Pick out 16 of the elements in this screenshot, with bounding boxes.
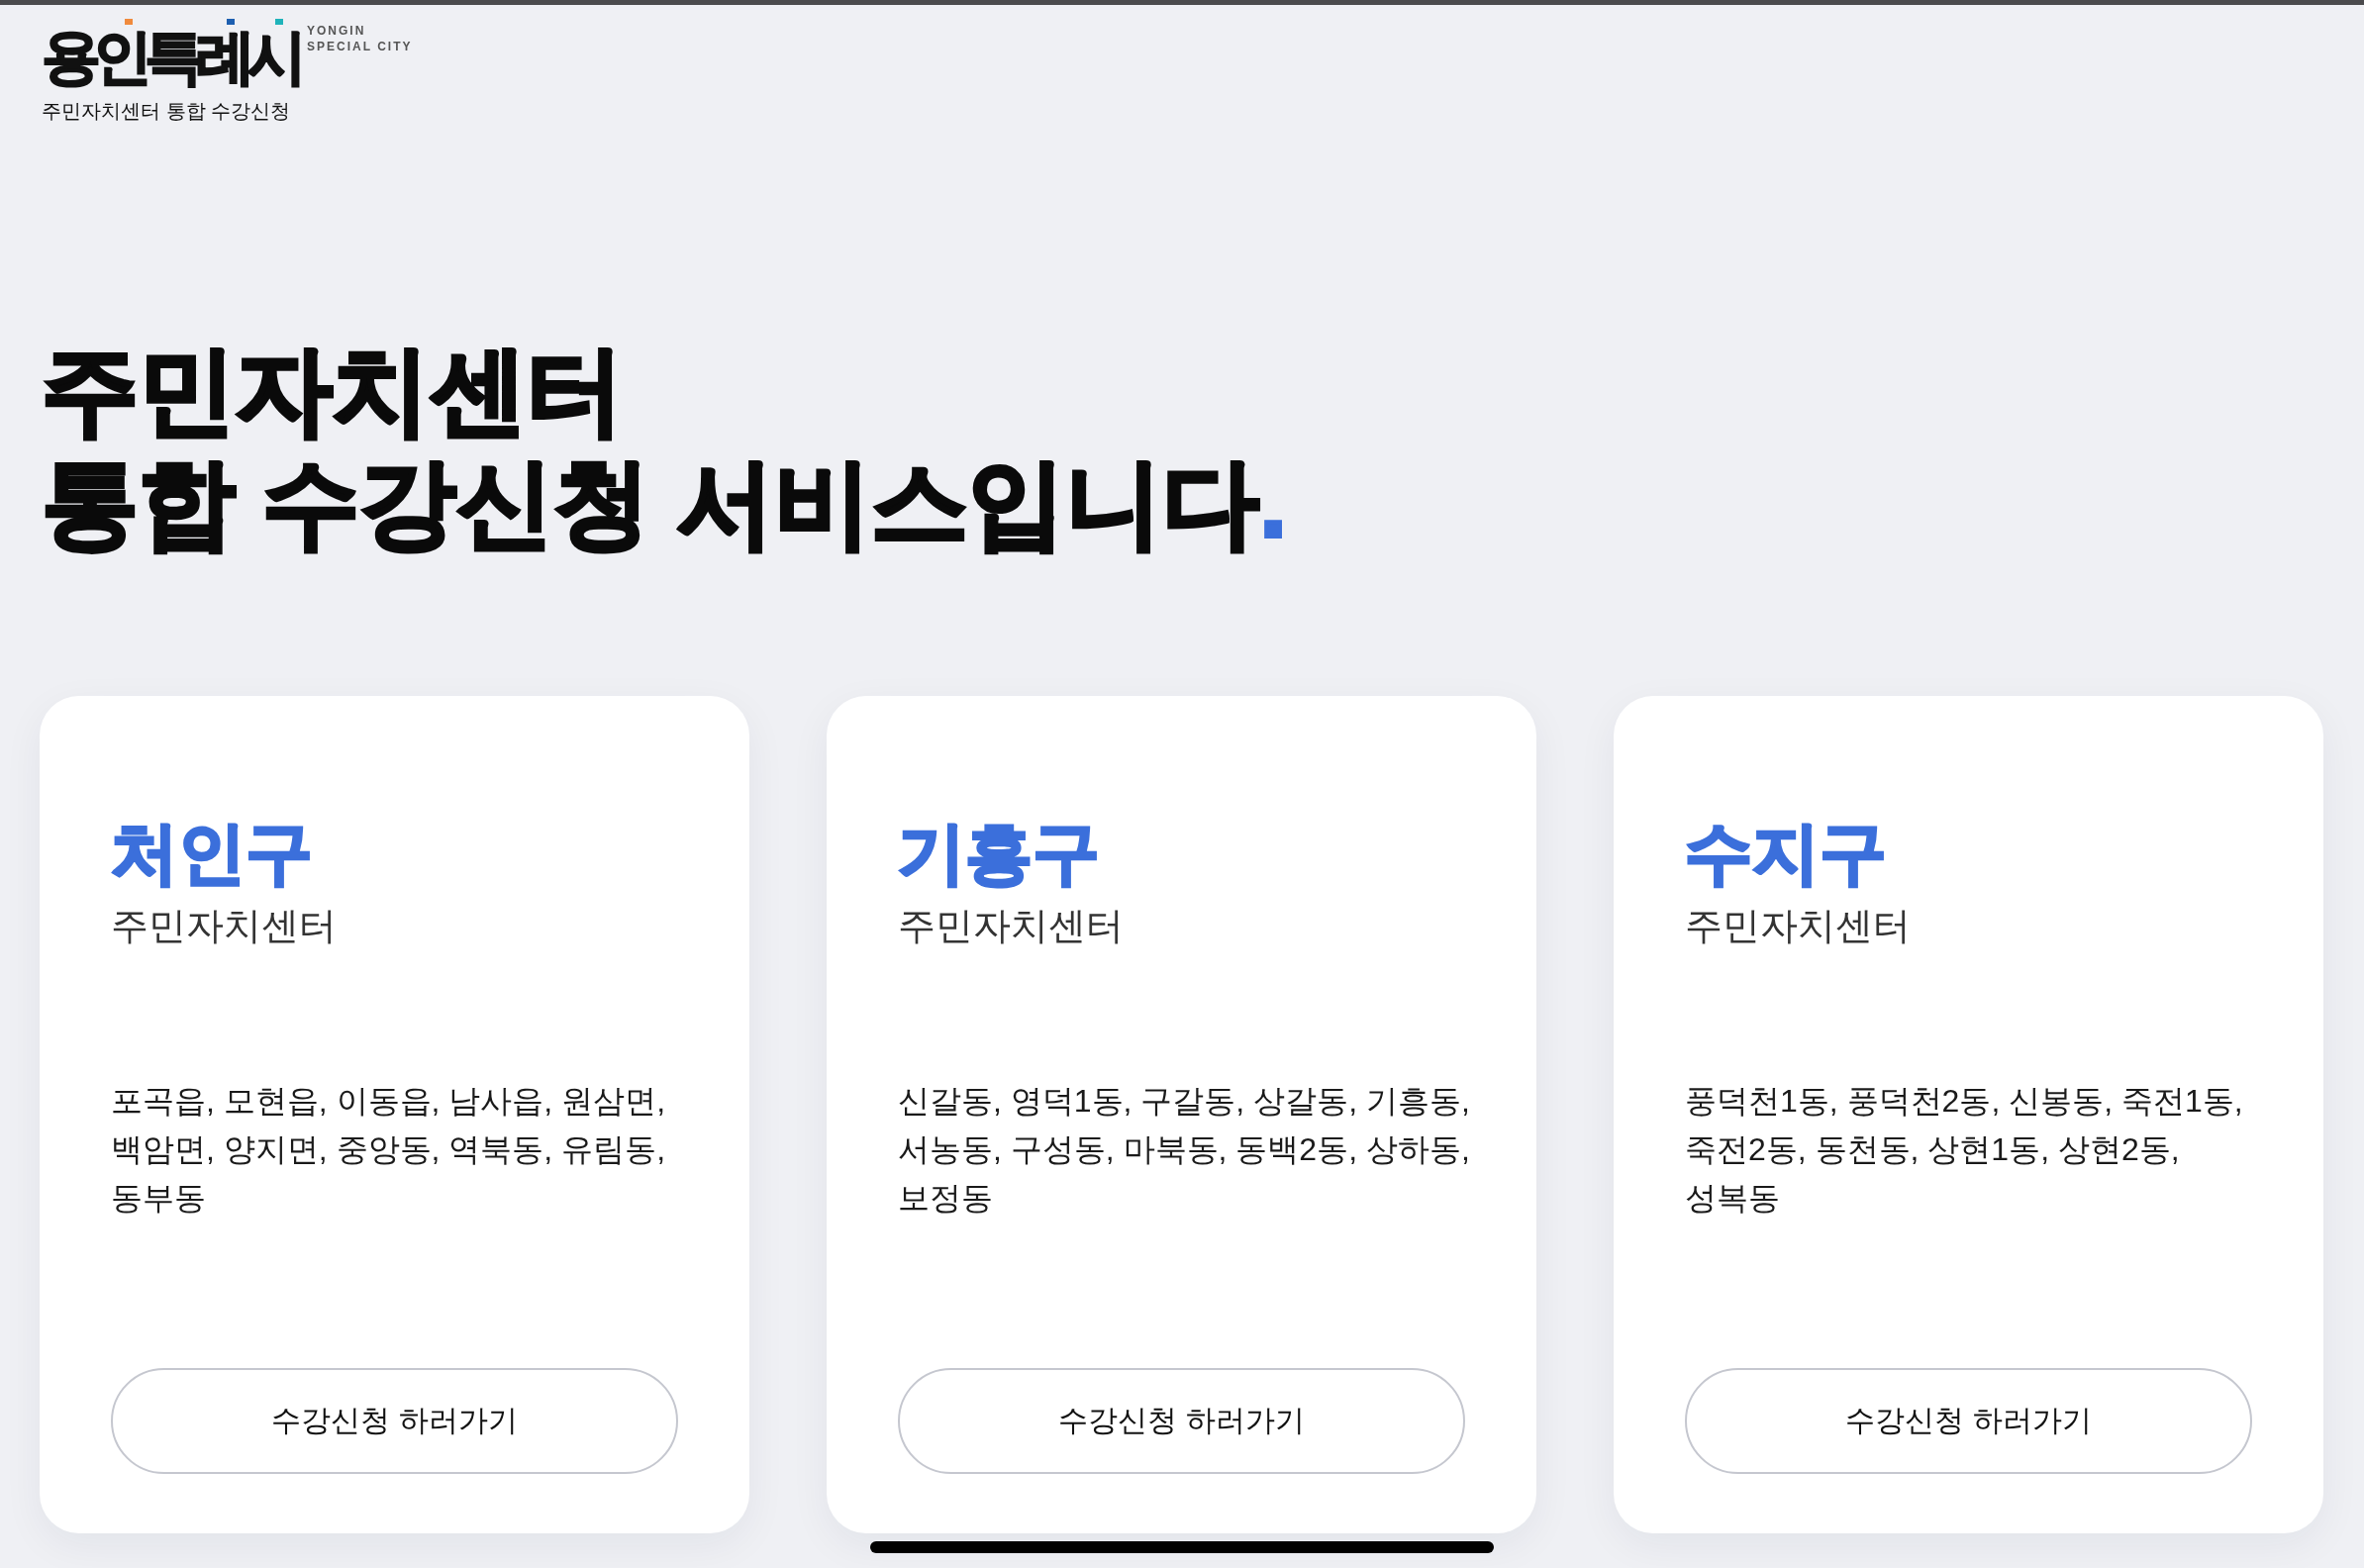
- hero-heading: 주민자치센터 통합 수강신청 서비스입니다.: [42, 335, 1287, 559]
- service-name: 주민자치센터 통합 수강신청: [42, 99, 291, 123]
- district-subtitle: 주민자치센터: [1685, 903, 1911, 948]
- district-name: 기흥구: [898, 814, 1100, 893]
- district-name: 수지구: [1685, 814, 1887, 893]
- district-subtitle: 주민자치센터: [898, 903, 1124, 948]
- apply-button[interactable]: 수강신청 하러가기: [111, 1368, 678, 1475]
- area-list: 포곡읍, 모현읍, 이동읍, 남사읍, 원삼면, 백암면, 양지면, 중앙동, 역북동, 유림동, 동부동: [111, 1077, 665, 1223]
- logo-wordmark: 용인특례시: [42, 28, 299, 87]
- district-subtitle: 주민자치센터: [111, 903, 337, 948]
- apply-button[interactable]: 수강신청 하러가기: [898, 1368, 1465, 1475]
- apply-button[interactable]: 수강신청 하러가기: [1685, 1368, 2252, 1475]
- logo-tagline: YONGIN SPECIAL CITY: [307, 23, 413, 55]
- area-list: 신갈동, 영덕1동, 구갈동, 상갈동, 기흥동, 서농동, 구성동, 마북동, 동백2동, 상하동, 보정동: [898, 1077, 1470, 1223]
- district-name: 처인구: [111, 814, 313, 893]
- area-list: 풍덕천1동, 풍덕천2동, 신봉동, 죽전1동, 죽전2동, 동천동, 상현1동, 상현2동, 성복동: [1685, 1077, 2243, 1223]
